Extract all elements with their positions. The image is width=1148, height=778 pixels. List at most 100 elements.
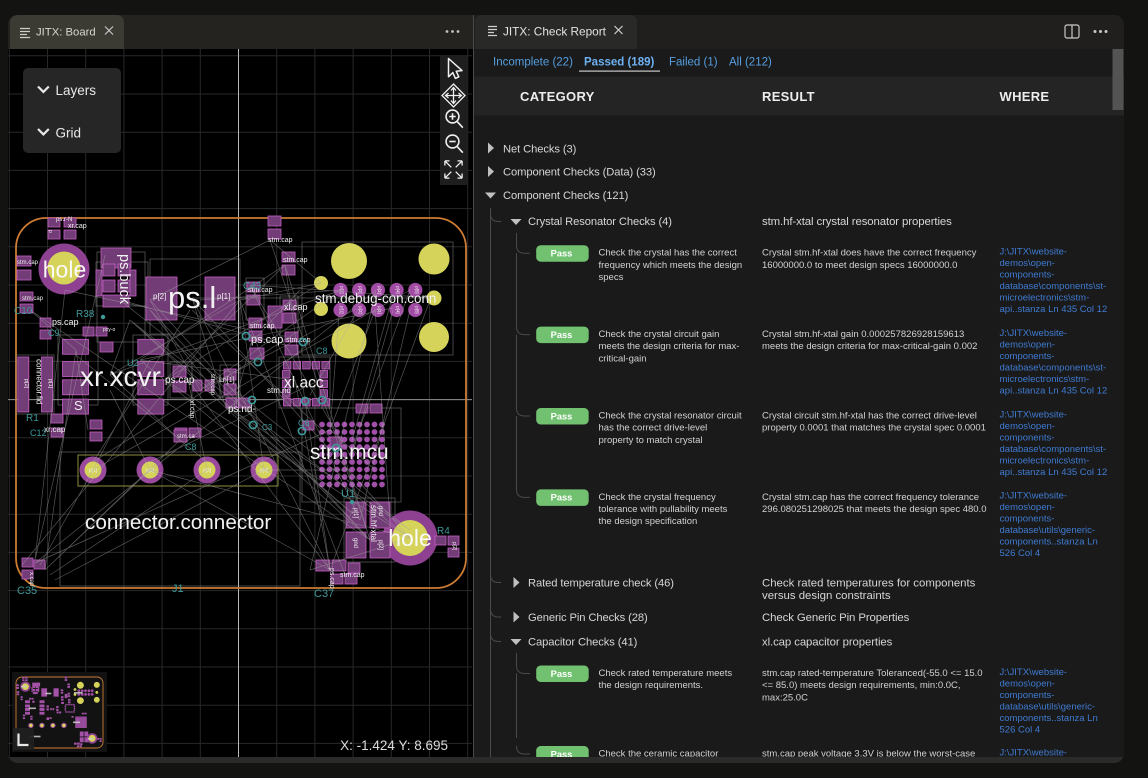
svg-text:Crystal stm.hf-xtal gain 0.000: Crystal stm.hf-xtal gain 0.0002578269281… (762, 329, 964, 340)
svg-text:Component Checks (Data) (33): Component Checks (Data) (33) (503, 167, 656, 179)
svg-text:C12: C12 (30, 428, 47, 438)
svg-text:Net Checks (3): Net Checks (3) (503, 143, 577, 155)
svg-text:C6: C6 (298, 418, 310, 428)
svg-text:U1: U1 (341, 488, 355, 500)
svg-text:JITX: Board: JITX: Board (36, 27, 96, 39)
svg-text:components..stanza Ln: components..stanza Ln (1000, 713, 1098, 724)
svg-text:J:\JITX\website-: J:\JITX\website- (1000, 747, 1068, 757)
svg-text:specs: specs (599, 272, 624, 283)
svg-text:Pass: Pass (551, 249, 573, 259)
svg-text:All (212): All (212) (729, 57, 772, 69)
svg-text:stm.debug-con.conn: stm.debug-con.conn (315, 291, 436, 306)
svg-text:demos\open-: demos\open- (1000, 339, 1055, 350)
svg-text:Grid: Grid (56, 126, 82, 141)
svg-text:components-: components- (1000, 690, 1055, 701)
svg-text:Pass: Pass (551, 669, 573, 679)
svg-text:xl.cap capacitor properties: xl.cap capacitor properties (762, 637, 893, 649)
svg-text:C43: C43 (243, 281, 262, 292)
svg-text:S: S (74, 398, 83, 413)
svg-text:Layers: Layers (56, 83, 97, 98)
svg-text:526 Col 4: 526 Col 4 (1000, 548, 1041, 559)
svg-text:property 0.0001 that matches t: property 0.0001 that matches the crystal… (762, 423, 986, 434)
svg-text:microelectronics\stm-: microelectronics\stm- (1000, 455, 1090, 466)
svg-text:ps.cap: ps.cap (52, 317, 79, 327)
svg-text:296.080251298025 that meets th: 296.080251298025 that meets the design s… (762, 504, 986, 515)
svg-text:database\components\st-: database\components\st- (1000, 281, 1107, 292)
svg-text:xr.xcvr: xr.xcvr (80, 361, 161, 392)
svg-text:demos\open-: demos\open- (1000, 502, 1055, 513)
svg-text:X: -1.424 Y: 8.695: X: -1.424 Y: 8.695 (340, 738, 448, 753)
svg-text:connector.connector: connector.connector (85, 511, 271, 534)
svg-text:stm.mcu: stm.mcu (310, 441, 389, 464)
svg-text:16000000.0 to meet design spec: 16000000.0 to meet design specs 16000000… (762, 260, 957, 271)
svg-text:C10: C10 (14, 306, 33, 317)
svg-text:stm.cap: stm.cap (250, 323, 275, 330)
svg-text:C9: C9 (48, 328, 60, 338)
svg-text:Check the ceramic capacitor: Check the ceramic capacitor (599, 748, 719, 757)
svg-text:ps.nd-: ps.nd- (228, 404, 256, 415)
svg-text:Failed (1): Failed (1) (669, 57, 718, 69)
svg-text:Generic Pin Checks (28): Generic Pin Checks (28) (528, 612, 648, 624)
svg-text:demos\open-: demos\open- (1000, 678, 1055, 689)
svg-text:R38: R38 (76, 309, 95, 320)
svg-text:CATEGORY: CATEGORY (520, 89, 595, 104)
svg-text:Pass: Pass (551, 749, 573, 757)
svg-text:Check the crystal resonator ci: Check the crystal resonator circuit (599, 410, 742, 421)
svg-text:components-: components- (1000, 270, 1055, 281)
svg-text:stm.hf-xtal: stm.hf-xtal (369, 505, 378, 542)
svg-text:p[2]: p[2] (451, 542, 457, 551)
svg-text:Pass: Pass (551, 411, 573, 421)
svg-text:connector.fid: connector.fid (35, 359, 44, 404)
svg-text:meets the design criteria for: meets the design criteria for max- (599, 341, 740, 352)
svg-text:api..stanza Ln 435 Col 12: api..stanza Ln 435 Col 12 (1000, 385, 1108, 396)
svg-text:max:25.0C: max:25.0C (762, 692, 808, 703)
svg-text:demos\open-: demos\open- (1000, 421, 1055, 432)
svg-text:J:\JITX\website-: J:\JITX\website- (1000, 328, 1068, 339)
svg-text:pxy-o: pxy-o (103, 327, 115, 333)
svg-text:components-: components- (1000, 432, 1055, 443)
svg-text:C35: C35 (17, 585, 37, 597)
svg-text:C3: C3 (262, 423, 273, 432)
svg-text:stm.cap: stm.cap (268, 237, 293, 244)
svg-text:Capacitor Checks (41): Capacitor Checks (41) (528, 637, 638, 649)
svg-text:database\utils\generic-: database\utils\generic- (1000, 701, 1096, 712)
svg-text:Crystal Resonator Checks (4): Crystal Resonator Checks (4) (528, 216, 672, 228)
svg-text:Crystal stm.hf-xtal does have: Crystal stm.hf-xtal does have the correc… (762, 248, 977, 259)
svg-text:p[1]: p[1] (217, 292, 230, 301)
svg-text:Ln[1]: Ln[1] (219, 377, 235, 384)
svg-text:stm.cap peak voltage 3.3V is b: stm.cap peak voltage 3.3V is below the w… (762, 748, 975, 757)
svg-text:demos\open-: demos\open- (1000, 258, 1055, 269)
svg-text:the design specification: the design specification (599, 516, 698, 527)
svg-text:p[2]: p[2] (153, 292, 166, 301)
svg-text:gnd: gnd (377, 506, 383, 516)
svg-text:J:\JITX\website-: J:\JITX\website- (1000, 247, 1068, 258)
svg-text:WHERE: WHERE (1000, 89, 1050, 104)
svg-text:stm.cap: stm.cap (340, 572, 365, 579)
svg-text:hole: hole (43, 257, 86, 283)
svg-text:Check the crystal frequency: Check the crystal frequency (599, 492, 716, 503)
svg-text:frequency which meets the desi: frequency which meets the design (599, 260, 743, 271)
svg-text:C37: C37 (314, 588, 334, 600)
svg-text:ps.cap: ps.cap (251, 334, 283, 346)
svg-text:microelectronics\stm-: microelectronics\stm- (1000, 374, 1090, 385)
svg-text:versus design constraints: versus design constraints (762, 590, 891, 602)
svg-text:526 Col 4: 526 Col 4 (1000, 724, 1041, 735)
svg-text:ps.cap: ps.cap (328, 568, 335, 589)
svg-text:Check Generic Pin Properties: Check Generic Pin Properties (762, 612, 910, 624)
svg-text:J:\JITX\website-: J:\JITX\website- (1000, 667, 1068, 678)
svg-text:stm.hf-xtal crystal resonator: stm.hf-xtal crystal resonator properties (762, 216, 952, 228)
svg-text:p[5]: p[5] (414, 306, 419, 313)
svg-text:Check rated temperature meets: Check rated temperature meets (599, 668, 733, 679)
svg-text:R1: R1 (26, 413, 39, 424)
svg-text:Rated temperature check (46): Rated temperature check (46) (528, 578, 674, 590)
svg-text:p[2]: p[2] (358, 306, 363, 313)
svg-text:xl.cap: xl.cap (284, 302, 308, 312)
svg-text:p: p (47, 230, 53, 233)
svg-text:Pass: Pass (551, 330, 573, 340)
svg-text:Check the crystal has the corr: Check the crystal has the correct (599, 248, 738, 259)
svg-text:stm.cap: stm.cap (17, 260, 39, 266)
svg-text:stm.cap: stm.cap (283, 257, 308, 264)
svg-text:stm.cap rated-temperature Tole: stm.cap rated-temperature Toleranced(-55… (762, 668, 983, 679)
svg-text:Pass: Pass (551, 493, 573, 503)
svg-text:p[4]: p[4] (396, 306, 401, 313)
